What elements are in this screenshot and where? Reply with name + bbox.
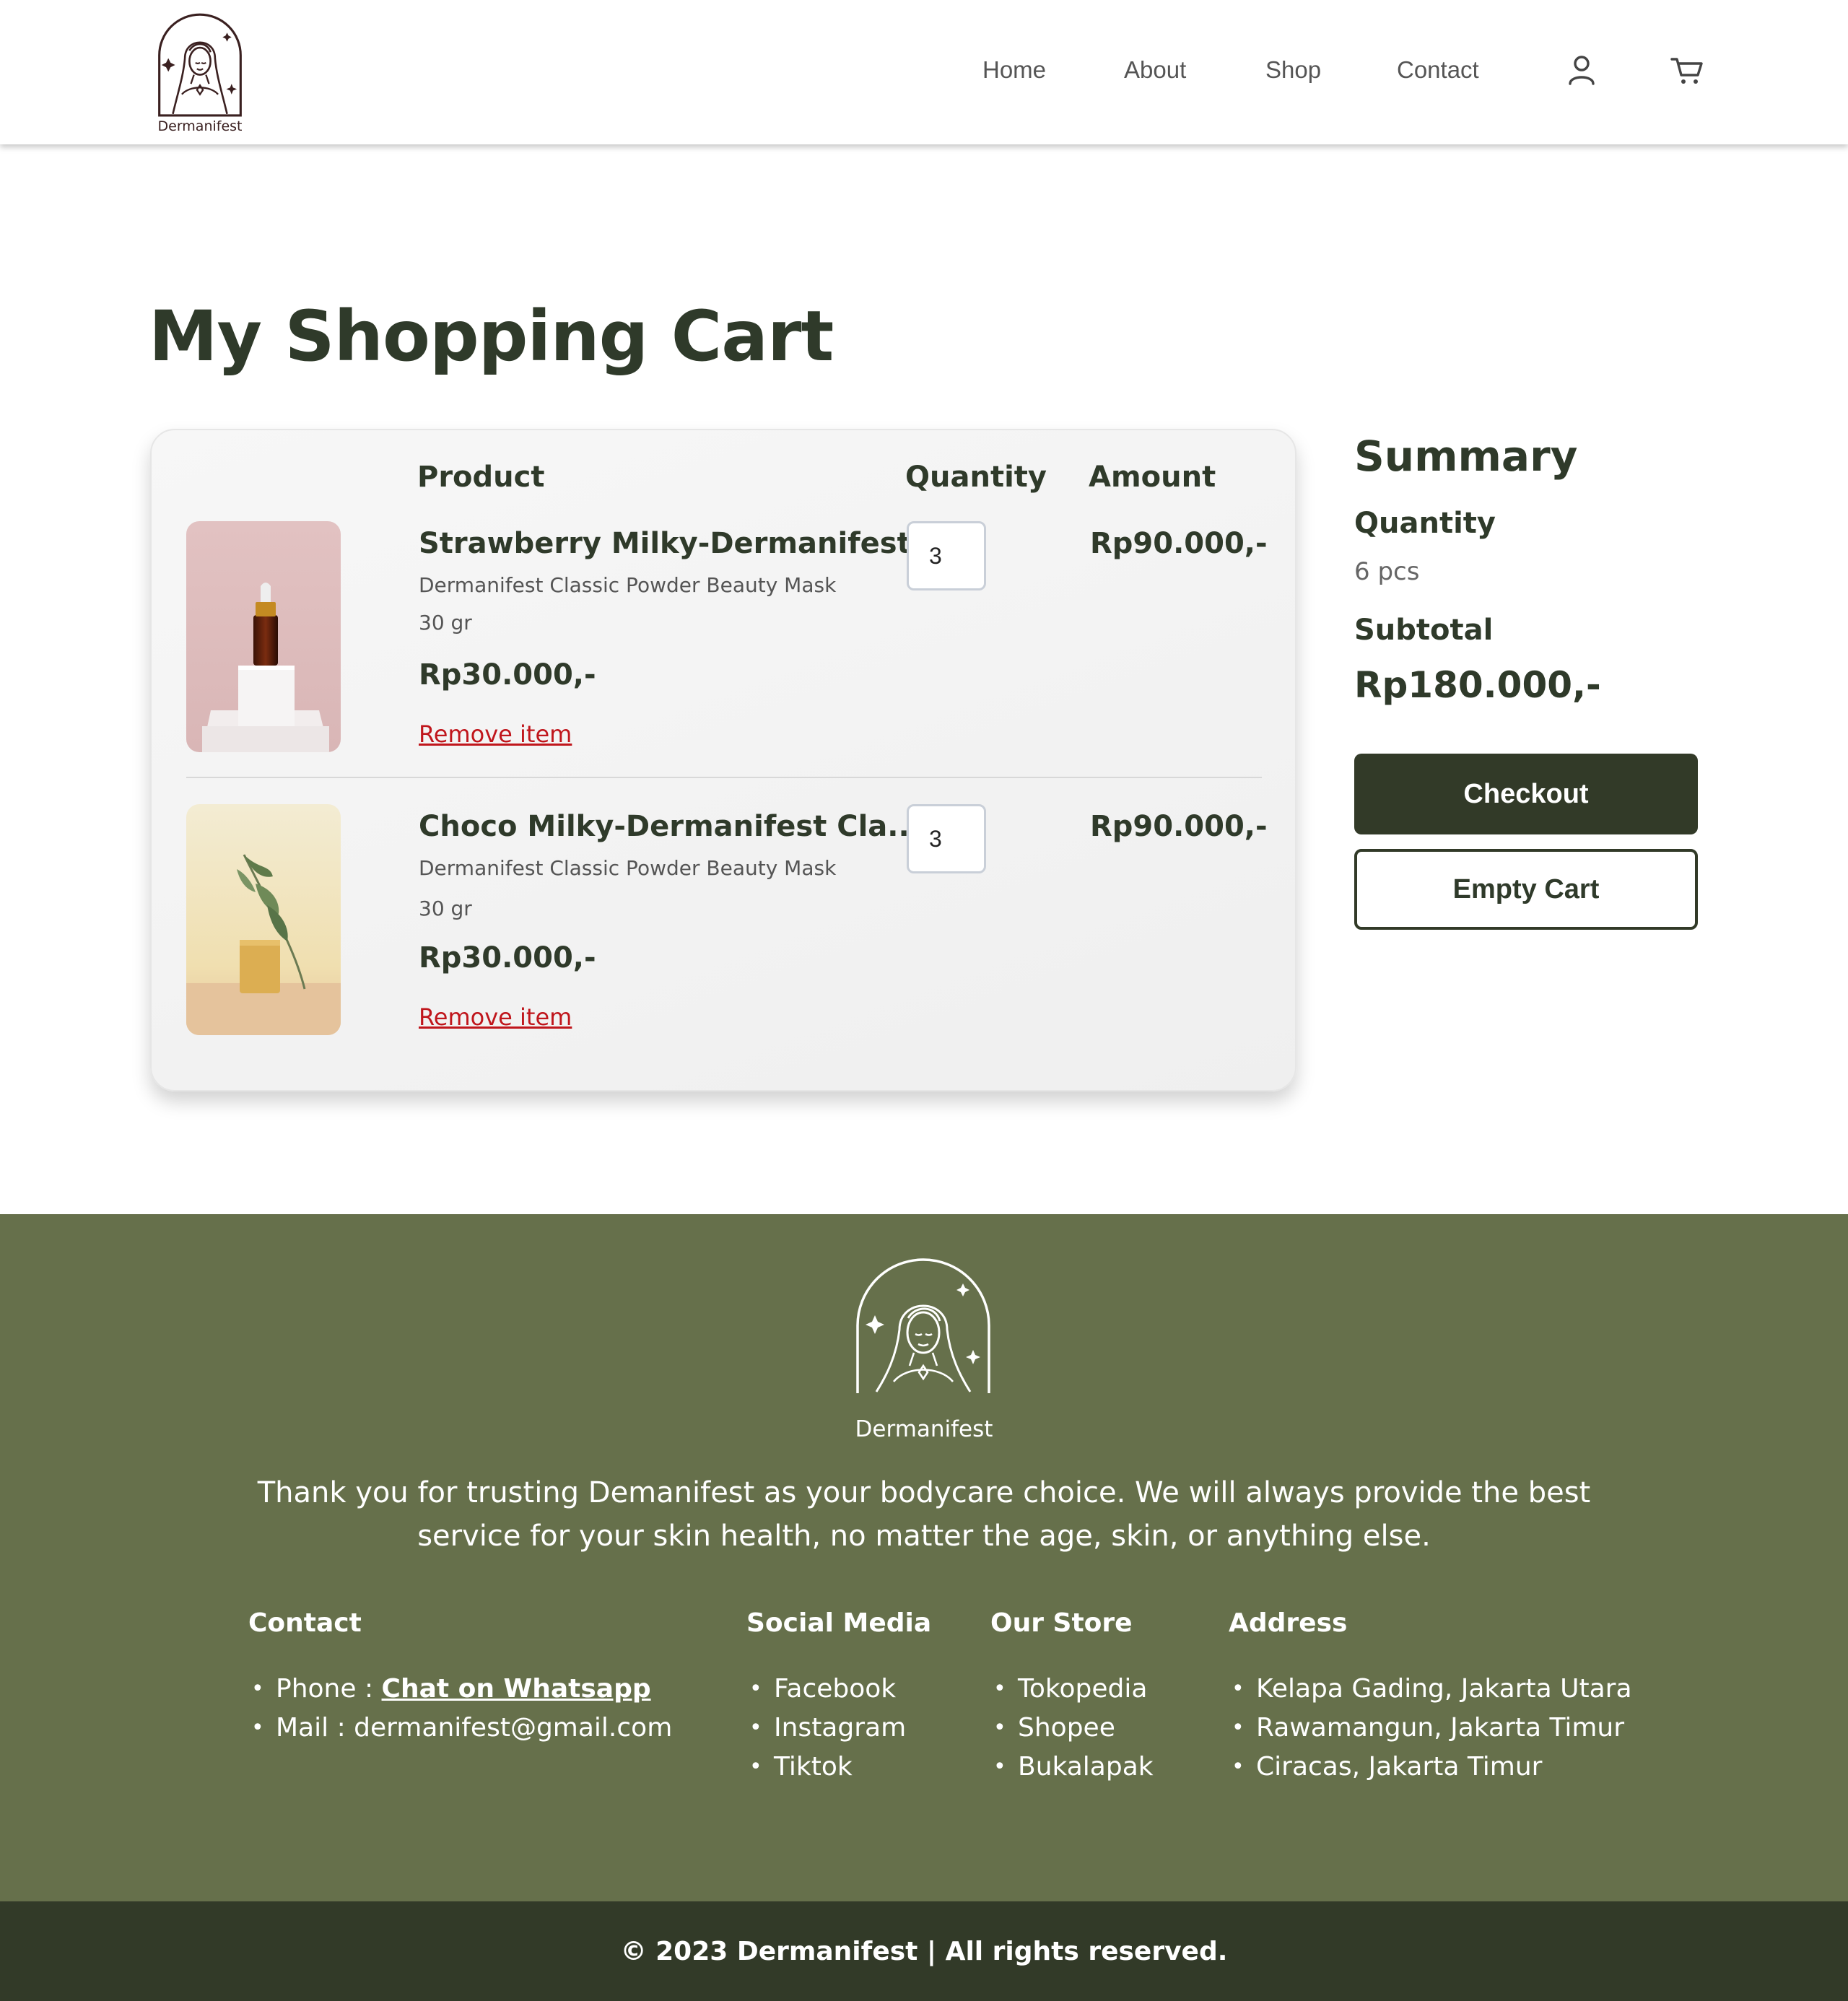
summary-subtotal-label: Subtotal: [1354, 614, 1494, 647]
product-price: Rp30.000,-: [419, 941, 596, 975]
footer-contact-title: Contact: [248, 1608, 362, 1638]
cart-icon[interactable]: [1669, 52, 1705, 88]
product-name: Strawberry Milky-Dermanifest...: [419, 527, 944, 560]
product-image: [186, 521, 341, 752]
remove-item-link[interactable]: Remove item: [419, 1003, 572, 1031]
product-description: Dermanifest Classic Powder Beauty Mask: [419, 573, 837, 597]
footer-contact: Contact Phone : Chat on Whatsapp Mail : …: [248, 1608, 672, 1748]
product-weight: 30 gr: [419, 897, 472, 920]
cart-item: Strawberry Milky-Dermanifest... Dermanif…: [152, 521, 1298, 804]
nav-link-contact[interactable]: Contact: [1397, 56, 1479, 84]
cart-table: Product Quantity Amount Strawberry Milky…: [150, 429, 1296, 1091]
footer-store-title: Our Store: [990, 1608, 1133, 1638]
footer-social-title: Social Media: [746, 1608, 932, 1638]
cart-item: Choco Milky-Dermanifest Cla... Dermanife…: [152, 804, 1298, 1087]
footer-tagline: Thank you for trusting Demanifest as you…: [257, 1476, 1591, 1553]
page-title: My Shopping Cart: [149, 296, 834, 377]
nav-link-shop[interactable]: Shop: [1265, 56, 1321, 84]
footer-logo-text: Dermanifest: [855, 1416, 993, 1442]
brand-logo-text: Dermanifest: [157, 118, 243, 134]
remove-item-link[interactable]: Remove item: [419, 720, 572, 748]
footer-address: Address Kelapa Gading, Jakarta Utara Raw…: [1229, 1608, 1632, 1787]
user-icon[interactable]: [1564, 52, 1600, 88]
nav-link-home[interactable]: Home: [982, 56, 1046, 84]
nav-link-about[interactable]: About: [1124, 56, 1186, 84]
footer-store: Our Store Tokopedia Shopee Bukalapak: [990, 1608, 1154, 1787]
social-link-instagram[interactable]: Instagram: [746, 1709, 931, 1748]
column-header-product: Product: [417, 461, 545, 494]
empty-cart-button[interactable]: Empty Cart: [1354, 849, 1698, 930]
footer-contact-phone: Phone : Chat on Whatsapp: [248, 1670, 672, 1709]
quantity-input[interactable]: [907, 521, 986, 590]
store-link-shopee[interactable]: Shopee: [990, 1709, 1154, 1748]
line-amount: Rp90.000,-: [1090, 527, 1268, 560]
product-description: Dermanifest Classic Powder Beauty Mask: [419, 856, 837, 880]
product-name: Choco Milky-Dermanifest Cla...: [419, 810, 920, 843]
address-item: Kelapa Gading, Jakarta Utara: [1229, 1670, 1632, 1709]
address-item: Rawamangun, Jakarta Timur: [1229, 1709, 1632, 1748]
column-header-amount: Amount: [1089, 461, 1216, 494]
summary-subtotal-value: Rp180.000,-: [1354, 664, 1601, 706]
footer-contact-mail: Mail : dermanifest@gmail.com: [248, 1709, 672, 1748]
checkout-button[interactable]: Checkout: [1354, 754, 1698, 834]
line-amount: Rp90.000,-: [1090, 810, 1268, 843]
address-item: Ciracas, Jakarta Timur: [1229, 1748, 1632, 1787]
social-link-facebook[interactable]: Facebook: [746, 1670, 931, 1709]
store-link-bukalapak[interactable]: Bukalapak: [990, 1748, 1154, 1787]
social-link-tiktok[interactable]: Tiktok: [746, 1748, 931, 1787]
whatsapp-link[interactable]: Chat on Whatsapp: [382, 1674, 651, 1704]
store-link-tokopedia[interactable]: Tokopedia: [990, 1670, 1154, 1709]
row-divider: [186, 777, 1262, 778]
navbar: Dermanifest Home About Shop Contact: [0, 0, 1848, 144]
product-price: Rp30.000,-: [419, 658, 596, 692]
product-weight: 30 gr: [419, 611, 472, 635]
quantity-input[interactable]: [907, 804, 986, 873]
footer-logo-icon: [855, 1257, 993, 1399]
summary-title: Summary: [1354, 432, 1578, 481]
column-header-quantity: Quantity: [905, 461, 1047, 494]
summary-quantity-label: Quantity: [1354, 507, 1496, 540]
product-image: [186, 804, 341, 1035]
footer-social: Social Media Facebook Instagram Tiktok: [746, 1608, 931, 1787]
footer-address-title: Address: [1229, 1608, 1348, 1638]
footer: Dermanifest Thank you for trusting Deman…: [0, 1214, 1848, 1901]
summary-quantity-value: 6 pcs: [1354, 557, 1420, 586]
copyright-bar: © 2023 Dermanifest | All rights reserved…: [0, 1901, 1848, 2001]
